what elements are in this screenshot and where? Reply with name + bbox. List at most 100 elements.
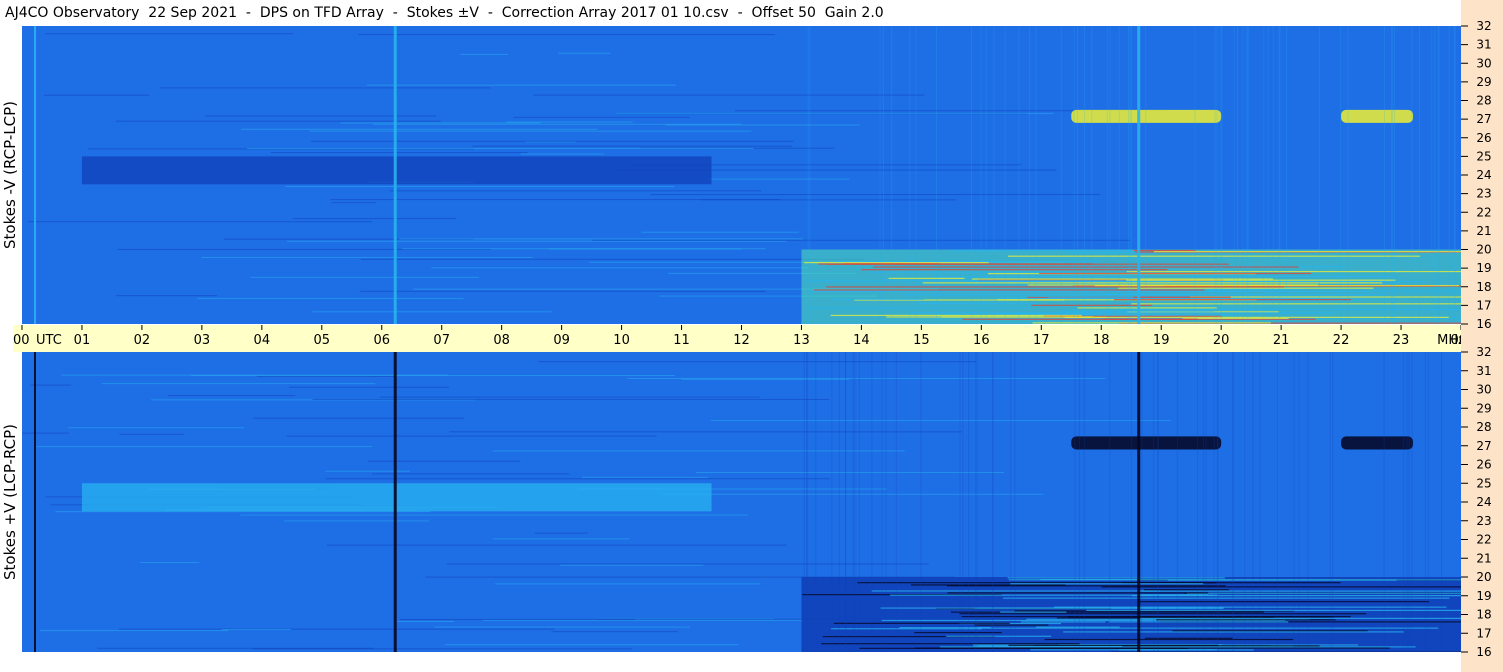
rfi-streak <box>1140 617 1461 619</box>
vertical-striation <box>885 352 887 652</box>
noise-line <box>325 470 410 472</box>
rfi-streak <box>867 271 1075 273</box>
noise-line <box>695 472 1004 474</box>
noise-line <box>247 148 754 150</box>
freq-tick-label: 27 <box>1476 439 1491 453</box>
vertical-striation <box>1141 352 1143 652</box>
noise-line <box>289 386 449 388</box>
vertical-interference-line <box>33 26 36 324</box>
vertical-striation <box>1285 26 1287 324</box>
rfi-streak <box>1172 630 1368 632</box>
rfi-streak <box>857 582 1341 584</box>
vertical-striation <box>854 352 856 652</box>
noise-line <box>710 420 1171 422</box>
noise-line <box>582 476 708 478</box>
vertical-striation <box>1127 26 1129 324</box>
vertical-striation <box>1427 352 1429 652</box>
noise-line <box>358 34 776 36</box>
vertical-striation <box>815 352 817 652</box>
noise-line <box>256 375 395 377</box>
freq-tick-label: 16 <box>1476 317 1491 331</box>
noise-line <box>396 621 455 623</box>
noise-line <box>367 460 520 462</box>
vertical-striation <box>1004 26 1006 324</box>
vertical-striation <box>1424 352 1426 652</box>
time-tick-label: 10 <box>613 333 630 348</box>
freq-tick-label: 20 <box>1476 570 1491 584</box>
noise-line <box>36 446 373 448</box>
vertical-striation <box>1431 26 1433 324</box>
noise-line <box>558 52 611 54</box>
vertical-striation <box>968 352 970 652</box>
rfi-streak <box>1039 272 1312 275</box>
vertical-striation <box>1441 352 1443 652</box>
rfi-streak <box>1126 279 1396 281</box>
rfi-streak <box>904 294 1386 296</box>
noise-line <box>119 433 184 435</box>
noise-line <box>221 629 292 631</box>
noise-line <box>627 377 1106 379</box>
vertical-striation <box>1438 26 1440 324</box>
vertical-striation <box>1176 352 1178 652</box>
rfi-streak <box>1153 251 1461 253</box>
rfi-streak <box>911 584 1066 586</box>
vertical-striation <box>1247 26 1249 324</box>
noise-line <box>495 583 761 585</box>
noise-line <box>520 153 604 155</box>
time-tick-label: 12 <box>733 333 750 348</box>
noise-line <box>492 450 905 452</box>
vertical-striation <box>1157 352 1159 652</box>
vertical-striation <box>882 26 884 324</box>
rfi-streak <box>946 635 1052 637</box>
rfi-streak <box>1134 249 1196 252</box>
vertical-striation <box>1233 352 1235 652</box>
vertical-striation <box>1194 26 1196 324</box>
noise-line <box>360 290 767 292</box>
rfi-streak <box>1113 299 1351 301</box>
vertical-striation <box>807 26 809 324</box>
rfi-streak <box>1010 583 1204 585</box>
vertical-striation <box>1220 26 1222 324</box>
noise-line <box>119 628 555 630</box>
rfi-streak <box>971 278 1274 280</box>
vertical-striation <box>838 352 840 652</box>
vertical-striation <box>1018 26 1020 324</box>
vertical-interference-line <box>393 352 397 652</box>
vertical-striation <box>1106 26 1108 324</box>
vertical-striation <box>1010 352 1012 652</box>
noise-line <box>325 478 830 480</box>
time-tick-label: 06 <box>373 333 390 348</box>
vertical-striation <box>993 26 995 324</box>
vertical-striation <box>845 352 847 652</box>
emission-band-27mhz <box>1341 436 1414 450</box>
vertical-striation <box>891 26 893 324</box>
noise-line <box>241 128 598 130</box>
vertical-interference-line <box>1137 26 1141 324</box>
rfi-streak <box>1032 322 1271 324</box>
vertical-striation <box>1408 352 1410 652</box>
noise-line <box>446 563 929 565</box>
noise-line <box>286 240 787 242</box>
noise-line <box>115 120 441 122</box>
rfi-streak <box>1140 590 1461 592</box>
noise-line <box>140 561 200 563</box>
vertical-striation <box>1035 26 1037 324</box>
noise-line <box>449 431 962 433</box>
rfi-streak <box>1007 577 1225 579</box>
noise-line <box>366 84 677 86</box>
vertical-striation <box>1403 352 1405 652</box>
vertical-striation <box>879 26 881 324</box>
vertical-striation <box>962 352 964 652</box>
vertical-striation <box>1307 352 1309 652</box>
noise-line <box>27 221 373 223</box>
vertical-interference-line <box>393 26 397 324</box>
freq-tick-label: 29 <box>1476 401 1491 415</box>
time-tick-label: 04 <box>254 333 271 348</box>
noise-line <box>492 538 630 540</box>
vertical-striation <box>1129 26 1131 324</box>
vertical-striation <box>1276 352 1278 652</box>
vertical-striation <box>1196 352 1198 652</box>
vertical-striation <box>1384 26 1386 324</box>
noise-line <box>616 112 1054 114</box>
rfi-streak <box>915 647 1390 649</box>
